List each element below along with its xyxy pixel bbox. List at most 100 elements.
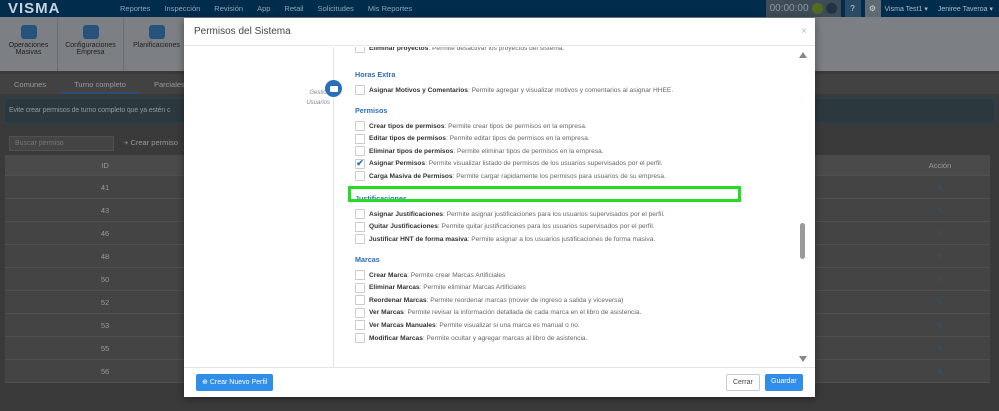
edit-icon[interactable]: ✎ <box>890 252 990 261</box>
modal-title: Permisos del Sistema <box>194 26 291 37</box>
toolbar-configuraciones-empresa[interactable]: Configuraciones Empresa <box>58 17 124 71</box>
search-input[interactable]: Buscar permiso <box>9 136 114 151</box>
timer-value: 00:00:00 <box>769 3 809 14</box>
permission-checkbox[interactable] <box>355 320 365 331</box>
permission-checkbox[interactable] <box>355 234 365 245</box>
row-id: 48 <box>100 251 110 261</box>
nav-inspeccion[interactable]: Inspección <box>164 4 200 13</box>
permission-item: Carga Masiva de Permisos: Permite cargar… <box>355 170 666 182</box>
permission-checkbox[interactable] <box>355 333 365 343</box>
section-title: Marcas <box>355 255 380 264</box>
permission-name: Asignar Justificaciones <box>369 210 444 218</box>
permission-item: Justificar HNT de forma masiva: Permite … <box>355 233 655 245</box>
edit-icon[interactable]: ✎ <box>890 298 990 307</box>
toolbar-planificaciones[interactable]: Planificaciones <box>124 17 190 71</box>
company-dropdown[interactable]: Visma Test1 ▾ <box>885 5 928 13</box>
permission-checkbox[interactable]: ✔ <box>355 158 365 169</box>
toolbar-label: Planificaciones <box>133 42 180 49</box>
permissions-modal: Permisos del Sistema × Gestión Usuarios … <box>184 18 815 397</box>
permission-item: Eliminar Marcas: Permite eliminar Marcas… <box>355 282 526 294</box>
row-id: 55 <box>100 343 110 353</box>
permission-name: Eliminar Marcas <box>369 284 420 292</box>
highlight-box <box>348 186 741 202</box>
permission-name: Asignar Permisos <box>369 160 426 168</box>
permission-desc: : Permite ocultar y agregar marcas al li… <box>422 334 588 342</box>
header-id: ID <box>101 160 109 170</box>
scroll-thumb[interactable] <box>800 223 805 259</box>
permission-item: Crear Marca: Permite crear Marcas Artifi… <box>355 269 505 281</box>
permission-desc: : Permite quitar justificaciones para lo… <box>437 223 655 231</box>
edit-icon[interactable]: ✎ <box>890 321 990 330</box>
permission-checkbox[interactable] <box>355 270 365 280</box>
minus-icon[interactable] <box>825 3 837 14</box>
permission-checkbox[interactable] <box>355 146 365 157</box>
permission-checkbox[interactable] <box>355 133 365 144</box>
user-dropdown[interactable]: Jeniree Taveroa ▾ <box>938 5 993 13</box>
nav-app[interactable]: App <box>257 4 270 13</box>
permission-item: Crear tipos de permisos: Permite crear t… <box>355 120 587 132</box>
top-navbar: VISMA Reportes Inspección Revisión App R… <box>0 0 999 17</box>
permission-desc: : Permite eliminar Marcas Artificiales <box>419 284 526 292</box>
close-button[interactable]: Cerrar <box>726 374 760 391</box>
database-icon <box>20 25 37 39</box>
row-id: 56 <box>100 366 110 376</box>
edit-icon[interactable]: ✎ <box>890 229 990 238</box>
edit-icon[interactable]: ✎ <box>890 367 990 376</box>
permission-name: Ver Marcas <box>369 309 404 317</box>
permission-checkbox[interactable] <box>355 295 365 306</box>
permission-item: Asignar Motivos y Comentarios: Permite a… <box>355 84 673 96</box>
scroll-up-icon[interactable] <box>799 52 807 58</box>
row-id: 52 <box>100 297 110 307</box>
create-profile-label: Crear Nuevo Perfil <box>209 379 268 386</box>
gear-icon[interactable]: ⚙ <box>864 0 881 17</box>
permission-item: Reordenar Marcas: Permite reordenar marc… <box>355 294 623 306</box>
create-permission-button[interactable]: + Crear permiso <box>124 138 178 147</box>
scroll-down-icon[interactable] <box>799 356 807 362</box>
tab-comunes[interactable]: Comunes <box>0 74 60 94</box>
permission-desc: : Permite asignar a los usuarios justifi… <box>467 235 656 243</box>
nav-reportes[interactable]: Reportes <box>120 4 150 13</box>
toolbar-operaciones-masivas[interactable]: Operaciones Masivas <box>0 17 58 71</box>
permission-checkbox[interactable] <box>355 209 365 219</box>
check-icon[interactable] <box>811 3 823 14</box>
permission-item: Eliminar proyectos: Permite desactivar l… <box>355 47 564 54</box>
permission-checkbox[interactable] <box>355 307 365 318</box>
header-accion: Acción <box>928 160 952 170</box>
nav-solicitudes[interactable]: Solicitudes <box>318 4 354 13</box>
modal-footer: ⊕ Crear Nuevo Perfil Cerrar Guardar <box>184 367 815 397</box>
permission-desc: : Permite asignar justificaciones para l… <box>443 210 665 218</box>
help-icon[interactable]: ? <box>844 0 861 17</box>
edit-icon[interactable]: ✎ <box>890 206 990 215</box>
permission-name: Ver Marcas Manuales <box>369 321 436 329</box>
close-icon[interactable]: × <box>801 26 807 37</box>
permission-checkbox[interactable] <box>355 221 365 232</box>
permission-desc: : Permite eliminar tipos de permisos en … <box>453 147 604 155</box>
permission-item: Ver Marcas Manuales: Permite visualizar … <box>355 319 580 331</box>
edit-icon[interactable]: ✎ <box>890 275 990 284</box>
edit-icon[interactable]: ✎ <box>890 183 990 192</box>
permission-checkbox[interactable] <box>355 121 365 131</box>
tab-turno-completo[interactable]: Turno completo <box>60 74 140 94</box>
permission-desc: : Permite reordenar marcas (mover de ing… <box>426 296 624 304</box>
permission-name: Quitar Justificaciones <box>369 223 438 231</box>
permission-item: Asignar Justificaciones: Permite asignar… <box>355 208 665 220</box>
scrollbar[interactable] <box>797 47 809 367</box>
permission-checkbox[interactable] <box>355 282 365 293</box>
nav-mis-reportes[interactable]: Mis Reportes <box>368 4 412 13</box>
edit-icon[interactable]: ✎ <box>890 344 990 353</box>
save-button[interactable]: Guardar <box>765 374 803 391</box>
permission-name: Asignar Motivos y Comentarios <box>369 86 468 94</box>
permission-item: Eliminar tipos de permisos: Permite elim… <box>355 145 604 157</box>
permission-desc: : Permite crear Marcas Artificiales <box>407 271 506 279</box>
permission-checkbox[interactable] <box>355 47 365 53</box>
modal-body: Gestión Usuarios Eliminar proyectos: Per… <box>184 47 815 367</box>
create-profile-button[interactable]: ⊕ Crear Nuevo Perfil <box>196 374 274 391</box>
nav-retail[interactable]: Retail <box>284 4 303 13</box>
permission-checkbox[interactable] <box>355 85 365 95</box>
permission-name: Crear Marca <box>369 271 408 279</box>
permission-item: Quitar Justificaciones: Permite quitar j… <box>355 221 655 233</box>
permission-checkbox[interactable] <box>355 171 365 182</box>
permission-desc: : Permite visualizar listado de permisos… <box>425 160 663 168</box>
visma-logo: VISMA <box>8 0 61 17</box>
nav-revision[interactable]: Revisión <box>214 4 243 13</box>
